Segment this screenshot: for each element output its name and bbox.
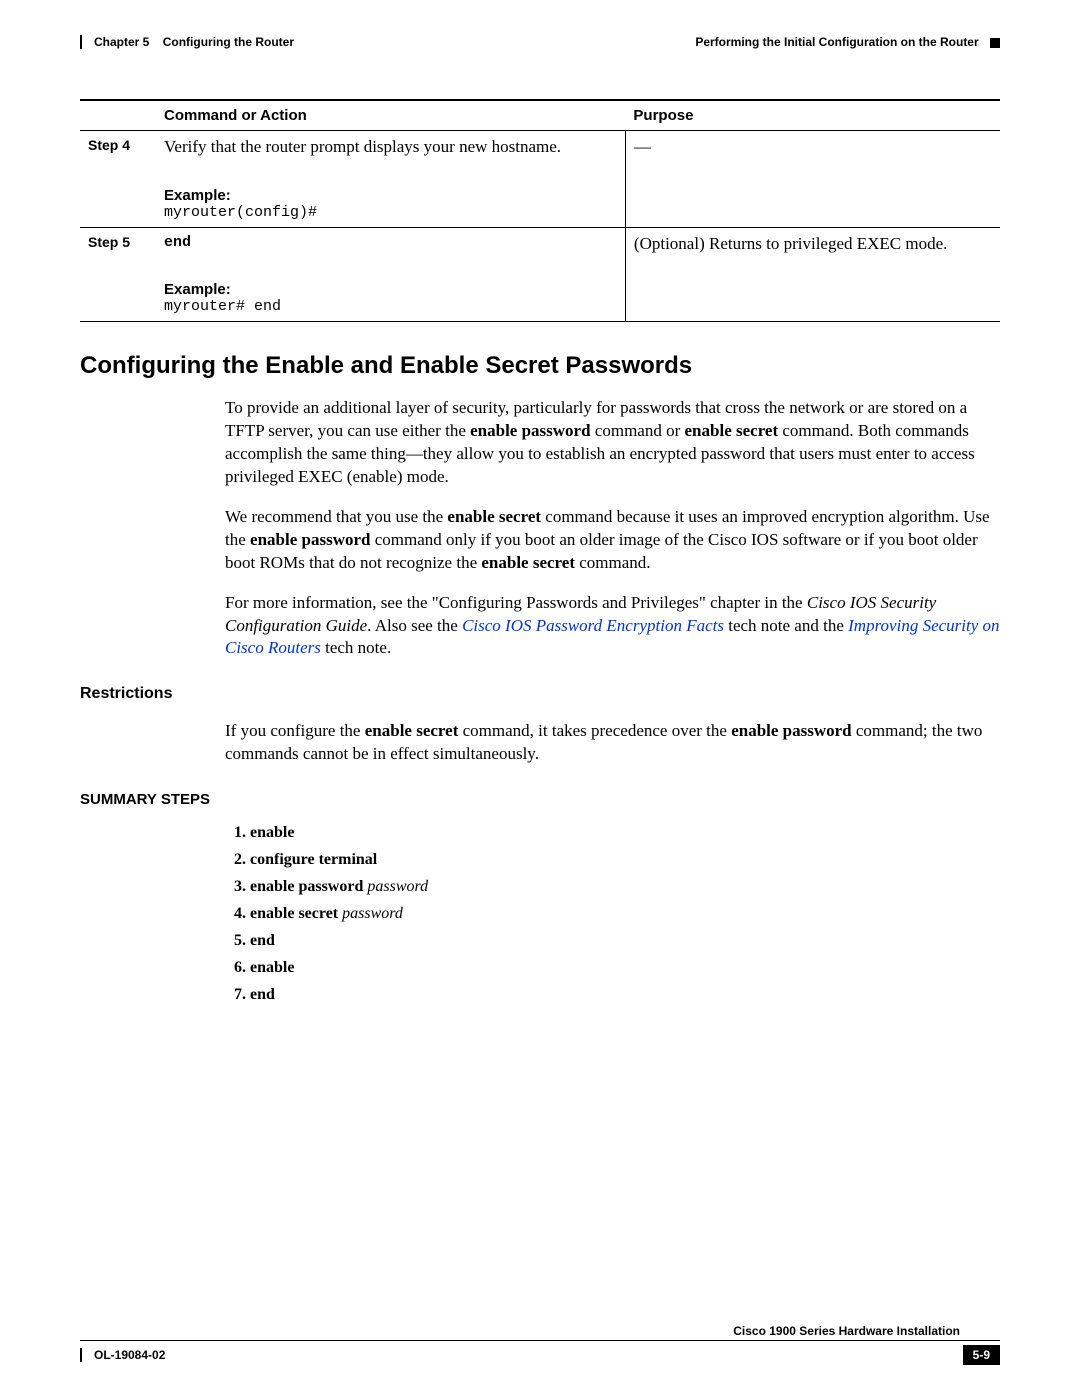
header-right: Performing the Initial Configuration on … (695, 35, 1000, 49)
paragraph-1: To provide an additional layer of securi… (225, 397, 1000, 489)
document-page: Chapter 5 Configuring the Router Perform… (0, 0, 1080, 1395)
step-label: Step 4 (80, 131, 156, 228)
table-corner (80, 100, 156, 131)
footer-doc-title: Cisco 1900 Series Hardware Installation (80, 1322, 1000, 1340)
summary-step-5: end (250, 932, 1000, 950)
restrictions-heading: Restrictions (80, 685, 1000, 703)
chapter-label: Chapter 5 (94, 35, 149, 49)
summary-steps-heading: SUMMARY STEPS (80, 791, 1000, 808)
link-password-encryption[interactable]: Cisco IOS Password Encryption Facts (462, 616, 724, 635)
command-table: Command or Action Purpose Step 4 Verify … (80, 99, 1000, 322)
page-header: Chapter 5 Configuring the Router Perform… (80, 35, 1000, 49)
step4-example-code: myrouter(config)# (164, 204, 617, 221)
summary-step-3: enable password password (250, 878, 1000, 896)
step5-purpose: (Optional) Returns to privileged EXEC mo… (625, 228, 1000, 322)
section-name: Performing the Initial Configuration on … (695, 35, 978, 49)
paragraph-3: For more information, see the "Configuri… (225, 592, 1000, 661)
paragraph-2: We recommend that you use the enable sec… (225, 506, 1000, 575)
summary-steps-list: enable configure terminal enable passwor… (225, 824, 1000, 1004)
step4-purpose: — (625, 131, 1000, 228)
section-heading: Configuring the Enable and Enable Secret… (80, 352, 1000, 380)
footer-page-number: 5-9 (963, 1345, 1000, 1365)
summary-step-1: enable (250, 824, 1000, 842)
step5-action-cell: end Example: myrouter# end (156, 228, 625, 322)
page-footer: Cisco 1900 Series Hardware Installation … (80, 1322, 1000, 1365)
step-label: Step 5 (80, 228, 156, 322)
chapter-title: Configuring the Router (163, 35, 294, 49)
summary-step-7: end (250, 986, 1000, 1004)
footer-doc-id: OL-19084-02 (80, 1348, 165, 1362)
col-header-action: Command or Action (156, 100, 625, 131)
summary-step-2: configure terminal (250, 851, 1000, 869)
summary-step-4: enable secret password (250, 905, 1000, 923)
step4-action-cell: Verify that the router prompt displays y… (156, 131, 625, 228)
summary-step-6: enable (250, 959, 1000, 977)
col-header-purpose: Purpose (625, 100, 1000, 131)
header-left: Chapter 5 Configuring the Router (80, 35, 294, 49)
step4-action: Verify that the router prompt displays y… (164, 137, 617, 157)
example-label: Example: (164, 187, 617, 204)
step5-example-code: myrouter# end (164, 298, 617, 315)
example-label: Example: (164, 281, 617, 298)
restrictions-paragraph: If you configure the enable secret comma… (225, 720, 1000, 766)
step5-command: end (164, 234, 617, 251)
